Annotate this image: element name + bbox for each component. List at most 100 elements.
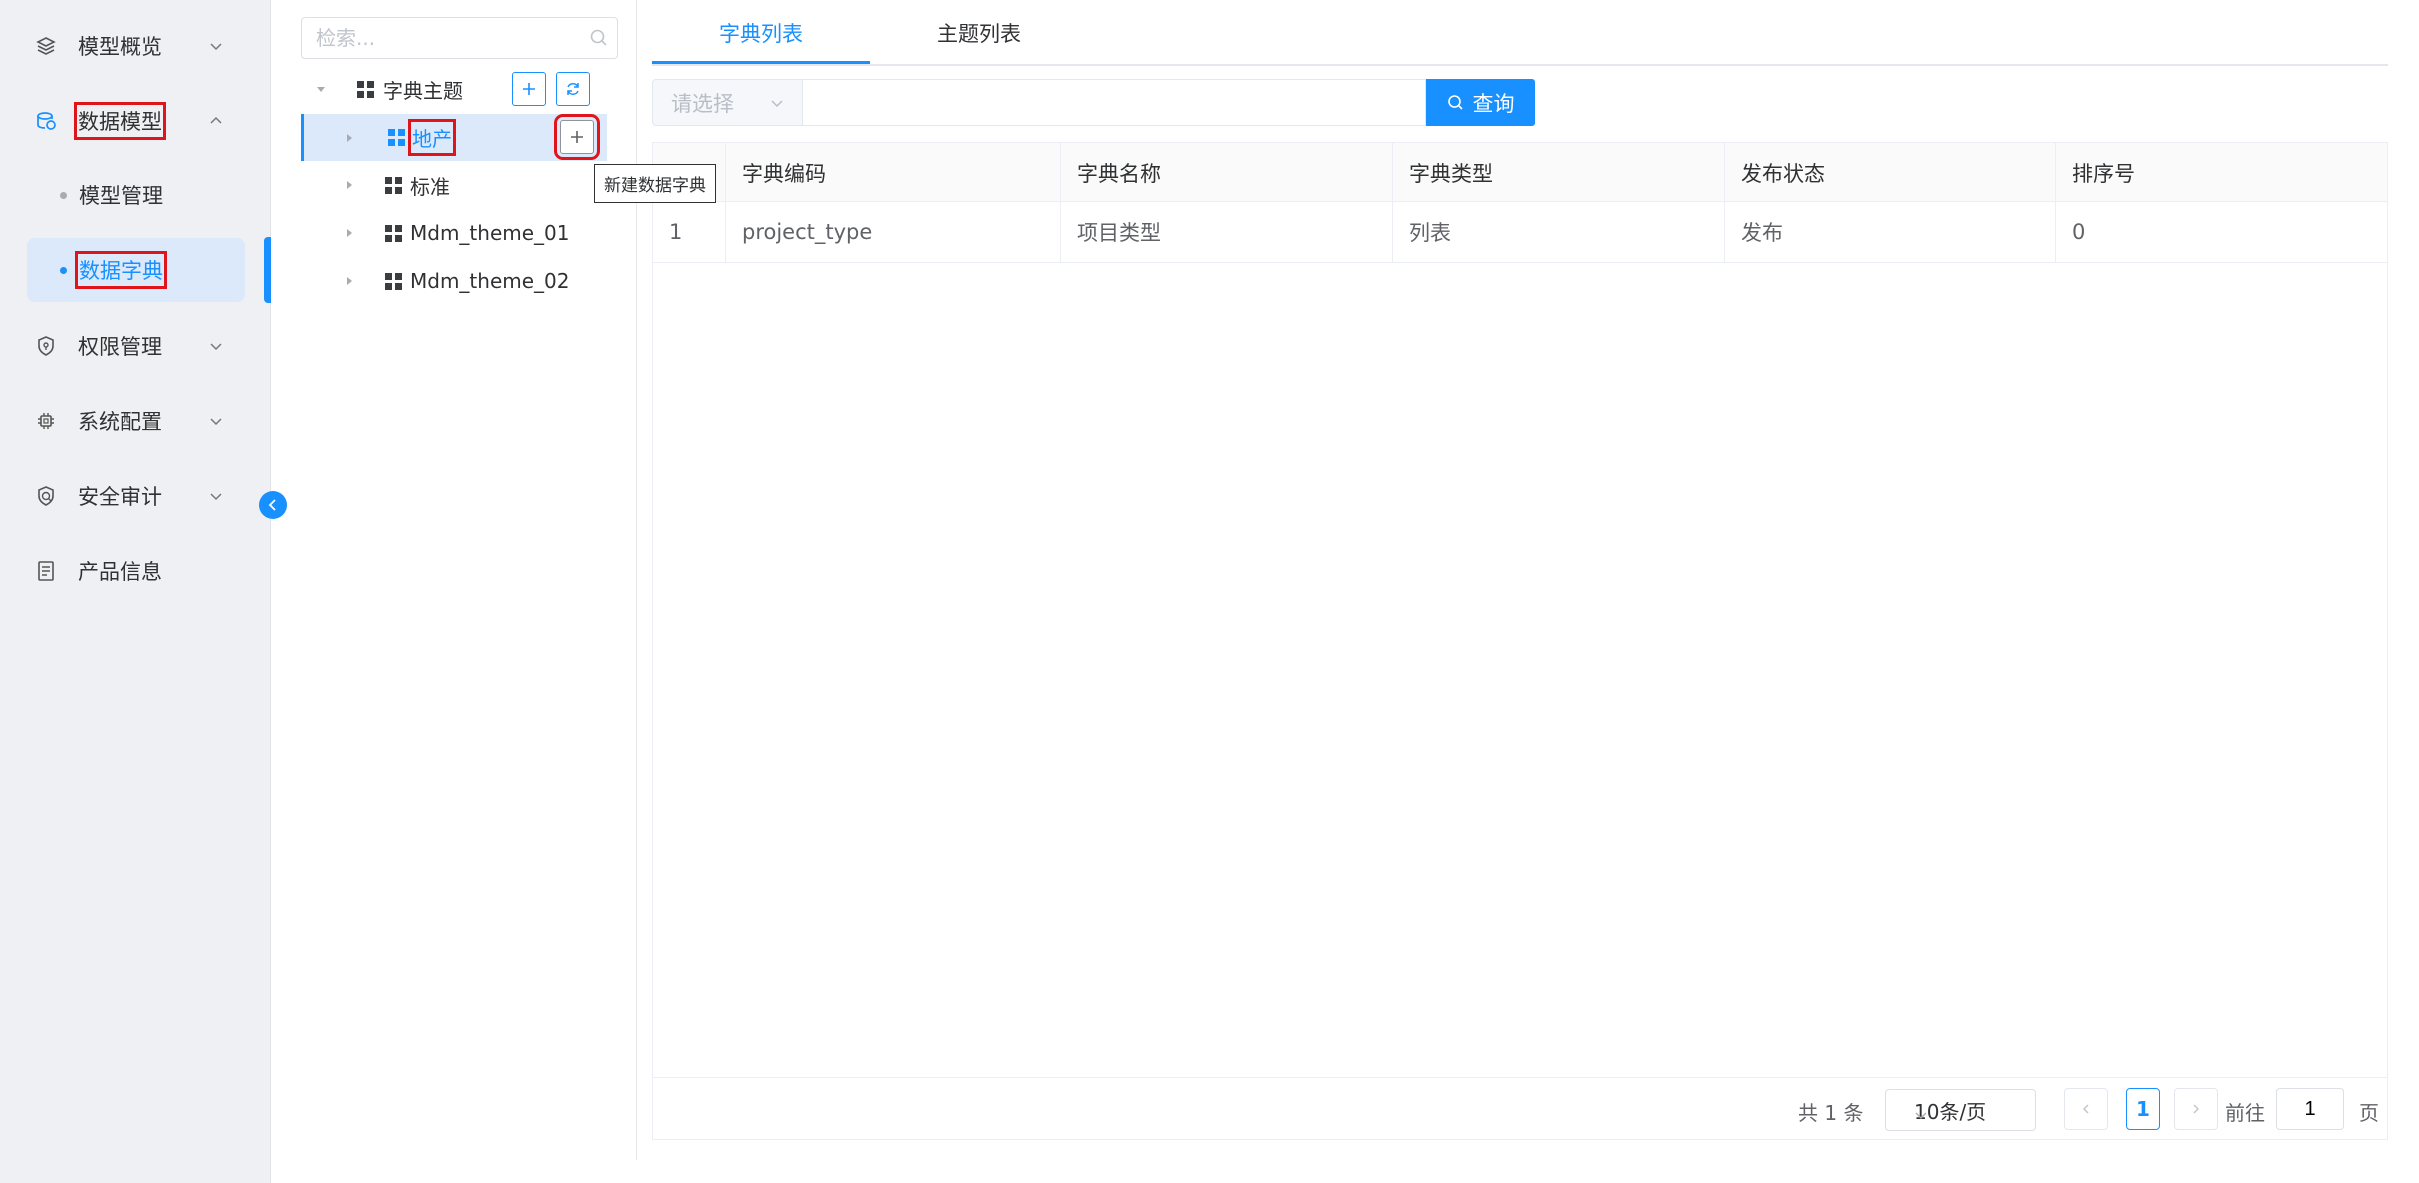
sidebar-subitem-data-dictionary[interactable]: 数据字典 xyxy=(27,238,245,302)
chevron-left-icon xyxy=(2083,1104,2089,1114)
tree-node-mdm-theme-02[interactable]: Mdm_theme_02 xyxy=(272,259,636,303)
page-unit-label: 页 xyxy=(2359,1101,2379,1125)
new-dictionary-button[interactable] xyxy=(554,114,600,160)
chip-icon xyxy=(34,409,58,433)
grid-icon xyxy=(385,224,402,242)
plus-icon xyxy=(523,83,535,95)
sidebar-item-label: 模型概览 xyxy=(78,34,162,59)
sidebar-item-label: 安全审计 xyxy=(78,484,162,509)
chevron-down-icon xyxy=(207,487,225,505)
table-header: 字典编码 字典名称 字典类型 发布状态 排序号 xyxy=(653,143,2387,202)
database-icon xyxy=(34,109,58,133)
filter-keyword-field xyxy=(803,79,1426,126)
table-cell: 1 xyxy=(653,202,726,262)
caret-right-icon[interactable] xyxy=(342,178,356,192)
caret-right-icon[interactable] xyxy=(342,226,356,240)
security-shield-icon xyxy=(34,484,58,508)
sidebar: 模型概览 数据模型 模型管理 数据字典 权限管理 系统配置 安全审计 产品信息 xyxy=(0,0,271,1183)
sidebar-subitem-label: 模型管理 xyxy=(79,184,163,208)
tab-dictionary-list[interactable]: 字典列表 xyxy=(652,0,870,66)
tab-active-indicator xyxy=(652,61,870,64)
caret-right-icon[interactable] xyxy=(342,274,356,288)
search-icon[interactable] xyxy=(589,28,609,48)
table-cell: 项目类型 xyxy=(1061,202,1393,262)
document-icon xyxy=(34,559,58,583)
caret-right-icon[interactable] xyxy=(342,131,356,145)
sidebar-item-label: 权限管理 xyxy=(78,334,162,359)
app-root: 模型概览 数据模型 模型管理 数据字典 权限管理 系统配置 安全审计 产品信息 … xyxy=(0,0,2419,1183)
grid-icon xyxy=(385,272,402,290)
table-cell: 发布 xyxy=(1725,202,2056,262)
bullet-dot-icon xyxy=(60,191,67,199)
table-cell: 列表 xyxy=(1393,202,1725,262)
main-content: 字典列表 主题列表 请选择 查询 字典编码 字典名称 字典类型 发布状态 排序号 xyxy=(652,0,2392,1160)
sidebar-item-product-info[interactable]: 产品信息 xyxy=(0,533,271,608)
sidebar-collapse-button[interactable] xyxy=(259,491,287,519)
goto-page-input[interactable] xyxy=(2277,1089,2343,1129)
chevron-down-icon xyxy=(207,337,225,355)
prev-page-button[interactable] xyxy=(2064,1088,2108,1130)
sidebar-item-data-model[interactable]: 数据模型 xyxy=(0,83,271,158)
add-theme-button[interactable] xyxy=(512,72,546,106)
new-dictionary-tooltip: 新建数据字典 xyxy=(594,164,716,203)
caret-down-icon[interactable] xyxy=(314,82,328,96)
tree-node-label: 地产 xyxy=(408,119,456,156)
tree-node-label: 标准 xyxy=(410,174,450,199)
tree-node-mdm-theme-01[interactable]: Mdm_theme_01 xyxy=(272,211,636,255)
column-header-sort: 排序号 xyxy=(2072,161,2135,186)
sidebar-subitem-label: 数据字典 xyxy=(75,251,167,289)
column-header-name: 字典名称 xyxy=(1061,143,1393,202)
bullet-dot-icon xyxy=(60,266,67,274)
table-row[interactable]: 1 project_type 项目类型 列表 发布 0 xyxy=(653,202,2387,263)
grid-icon xyxy=(388,129,405,146)
shield-icon xyxy=(34,334,58,358)
table-cell: project_type xyxy=(726,202,1061,262)
layers-icon xyxy=(34,34,58,58)
filter-type-select[interactable]: 请选择 xyxy=(652,79,803,126)
plus-icon xyxy=(571,131,583,143)
chevron-down-icon xyxy=(1914,1103,1928,1119)
page-number-current[interactable]: 1 xyxy=(2126,1088,2160,1130)
chevron-left-icon xyxy=(268,499,276,511)
tab-theme-list[interactable]: 主题列表 xyxy=(870,0,1088,66)
tree-root-node[interactable]: 字典主题 xyxy=(272,67,636,111)
filter-keyword-input[interactable] xyxy=(803,80,1425,125)
tab-bar: 字典列表 主题列表 xyxy=(652,0,2388,66)
tree-search-input[interactable] xyxy=(316,18,586,58)
dictionary-tree-panel: 字典主题 地产 标准 xyxy=(272,0,637,1160)
goto-page-field xyxy=(2276,1088,2344,1130)
sidebar-item-label: 系统配置 xyxy=(78,409,162,434)
dictionary-table: 字典编码 字典名称 字典类型 发布状态 排序号 1 project_type 项… xyxy=(652,142,2388,1140)
sidebar-item-security-audit[interactable]: 安全审计 xyxy=(0,458,271,533)
query-button-label: 查询 xyxy=(1472,91,1515,116)
column-header-code: 字典编码 xyxy=(726,143,1061,202)
pagination-total: 共 1 条 xyxy=(1798,1101,1864,1125)
next-page-button[interactable] xyxy=(2174,1088,2218,1130)
pagination: 共 1 条 10条/页 1 前往 页 xyxy=(653,1077,2387,1139)
chevron-down-icon xyxy=(207,412,225,430)
chevron-down-icon xyxy=(207,37,225,55)
goto-label: 前往 xyxy=(2225,1101,2265,1125)
page-size-select[interactable]: 10条/页 xyxy=(1885,1089,2036,1131)
tree-search-box xyxy=(301,17,618,59)
sidebar-item-permissions[interactable]: 权限管理 xyxy=(0,308,271,383)
sidebar-item-label: 产品信息 xyxy=(78,559,162,584)
chevron-down-icon xyxy=(769,95,785,111)
sidebar-subitem-model-management[interactable]: 模型管理 xyxy=(27,163,245,227)
table-cell: 0 xyxy=(2072,220,2086,244)
sidebar-item-model-overview[interactable]: 模型概览 xyxy=(0,8,271,83)
tree-node-real-estate[interactable]: 地产 xyxy=(301,114,607,161)
grid-icon xyxy=(385,176,402,194)
column-header-type: 字典类型 xyxy=(1393,143,1725,202)
refresh-button[interactable] xyxy=(556,72,590,106)
sidebar-item-system-config[interactable]: 系统配置 xyxy=(0,383,271,458)
active-indicator-bar xyxy=(264,237,271,303)
query-button[interactable]: 查询 xyxy=(1426,79,1535,126)
search-icon xyxy=(1447,94,1463,110)
tree-node-standard[interactable]: 标准 xyxy=(272,163,636,207)
select-placeholder: 请选择 xyxy=(671,91,734,116)
column-header-status: 发布状态 xyxy=(1725,143,2056,202)
refresh-icon xyxy=(567,83,579,95)
chevron-up-icon xyxy=(207,112,225,130)
grid-icon xyxy=(357,80,374,98)
